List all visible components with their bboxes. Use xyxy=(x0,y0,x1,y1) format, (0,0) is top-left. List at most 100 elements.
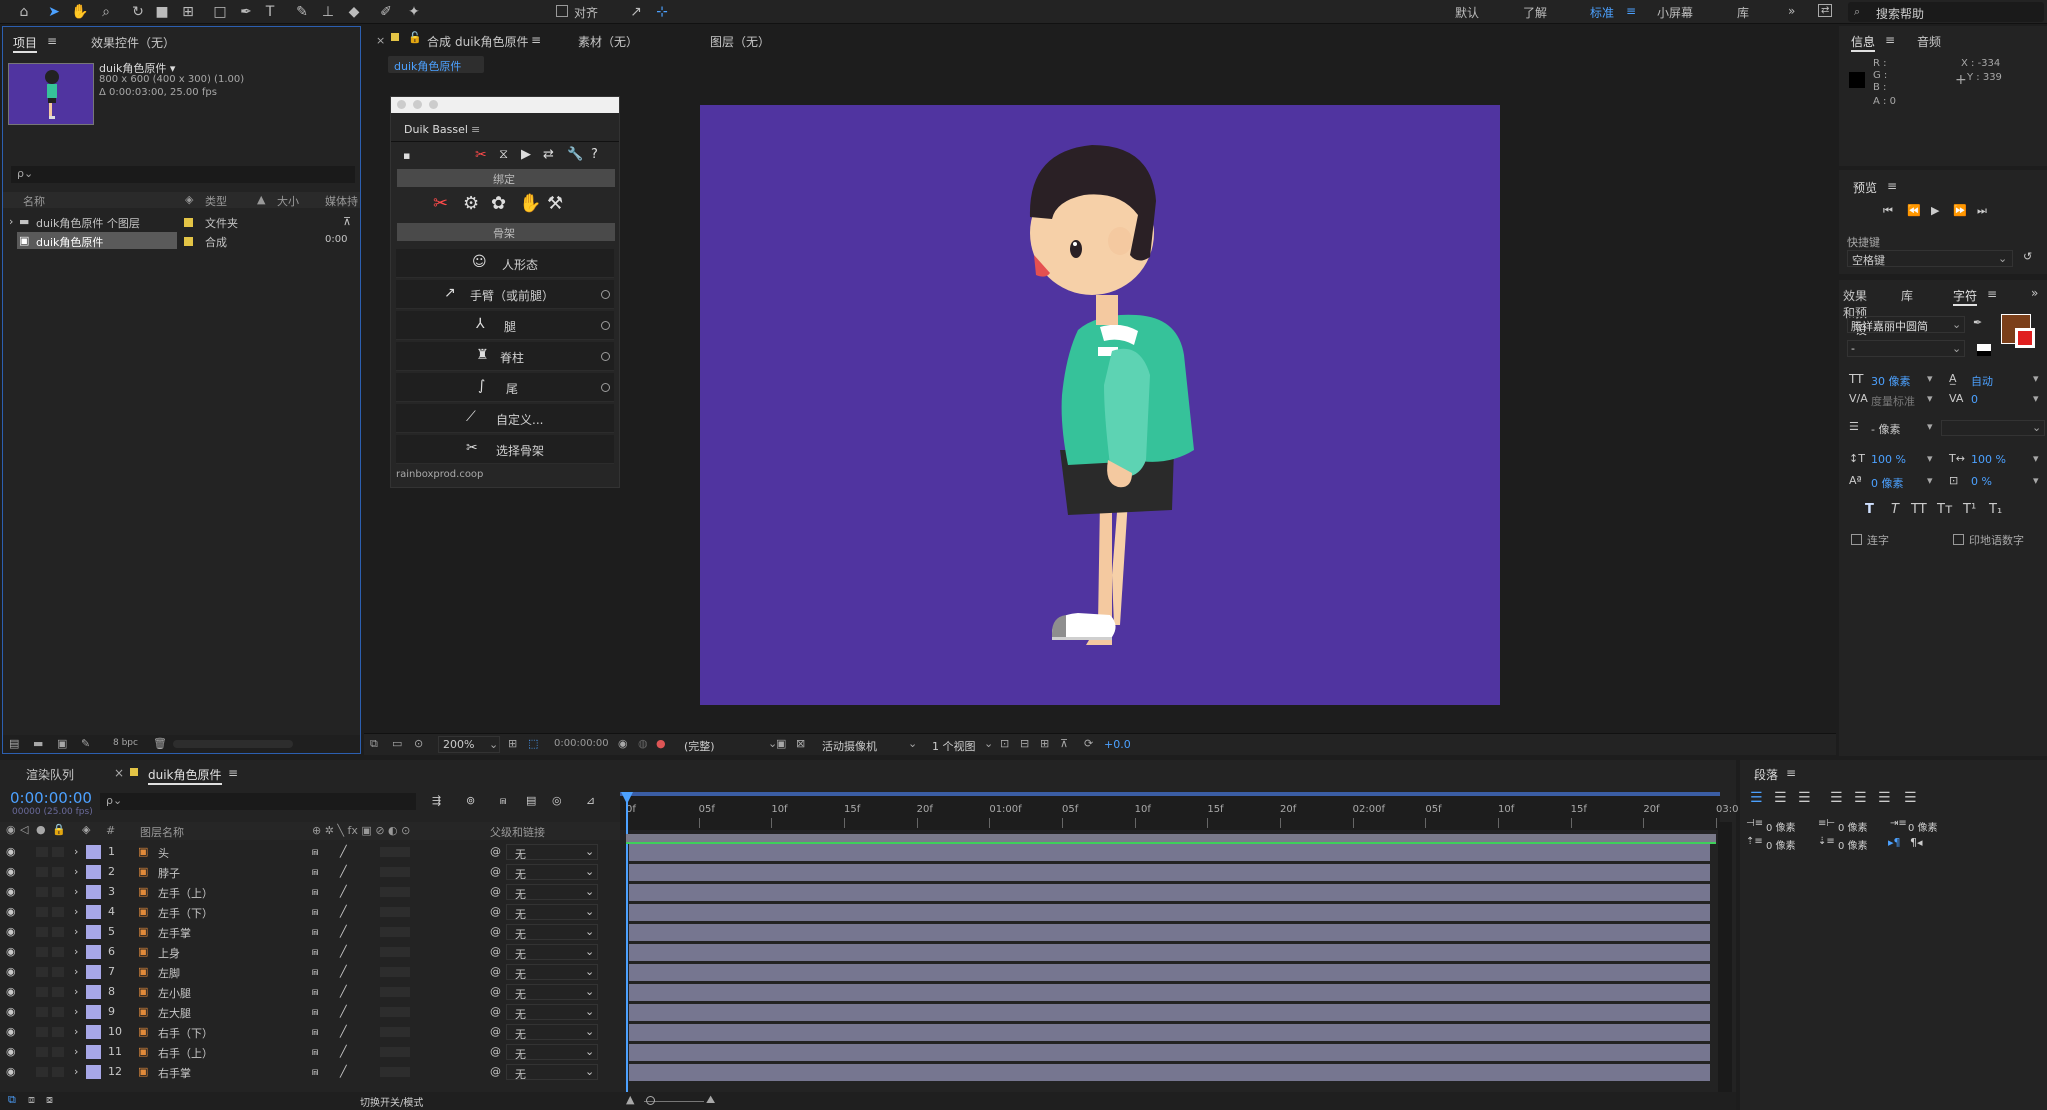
lock-toggle[interactable] xyxy=(52,1047,64,1057)
info-menu-icon[interactable]: ≡ xyxy=(1885,33,1895,47)
switch-boxes[interactable] xyxy=(380,967,410,977)
character-menu-icon[interactable]: ≡ xyxy=(1987,287,1997,301)
duik-home-icon[interactable]: ▪ xyxy=(403,149,410,162)
selection-tool-icon[interactable]: ➤ xyxy=(44,2,64,22)
timeline-scrollbar[interactable] xyxy=(1718,822,1732,1092)
expand-icon[interactable]: › xyxy=(74,1005,78,1018)
expand-icon[interactable]: › xyxy=(74,905,78,918)
eye-icon[interactable]: ◉ xyxy=(6,885,16,898)
tools-icon[interactable]: ⚒ xyxy=(547,193,563,214)
layer-row[interactable]: ◉ › 2 ▣ 脖子 ⩎ ╱ @ 无 ⌄ xyxy=(0,862,620,882)
ltr-direction-icon[interactable]: ▸¶ xyxy=(1888,836,1901,849)
shy-icon[interactable]: ⩎ xyxy=(312,885,318,899)
solo-toggle[interactable] xyxy=(36,987,48,997)
breadcrumb[interactable]: duik角色原件 xyxy=(388,56,484,73)
lock-toggle[interactable] xyxy=(52,907,64,917)
eye-icon[interactable]: ◉ xyxy=(6,965,16,978)
timeline-timecode[interactable]: 0:00:00:00 xyxy=(10,789,92,807)
pickwhip-icon[interactable]: @ xyxy=(490,965,501,978)
eye-icon[interactable]: ◉ xyxy=(6,905,16,918)
window-minimize-icon[interactable] xyxy=(413,100,422,109)
grid-icon[interactable]: ⊞ xyxy=(508,737,517,750)
quality-icon[interactable]: ╱ xyxy=(340,1065,347,1078)
duik-io-icon[interactable]: ⇄ xyxy=(543,147,554,162)
autorig-icon[interactable]: ⚙ xyxy=(463,193,479,214)
space-after-value[interactable]: 0 像素 xyxy=(1838,837,1868,852)
switch-boxes[interactable] xyxy=(380,847,410,857)
select-bones-button[interactable]: ✂ 选择骨架 xyxy=(396,435,614,464)
snap-checkbox[interactable] xyxy=(556,5,568,17)
workspace-libraries[interactable]: 库 xyxy=(1737,4,1749,21)
expand-icon[interactable]: › xyxy=(74,945,78,958)
comp-timecode[interactable]: 0:00:00:00 xyxy=(554,738,609,749)
parent-select[interactable]: 无 ⌄ xyxy=(506,1024,598,1041)
label-color[interactable] xyxy=(86,985,101,999)
label-color[interactable] xyxy=(86,885,101,899)
label-color[interactable] xyxy=(86,905,101,919)
col-media[interactable]: 媒体持 xyxy=(325,193,358,209)
col-type[interactable]: 类型 xyxy=(205,193,227,209)
eye-icon[interactable]: ◉ xyxy=(6,845,16,858)
expand-icon[interactable]: › xyxy=(74,1025,78,1038)
region-icon[interactable]: ▣ xyxy=(776,737,786,750)
sync-icon[interactable]: ⇄ xyxy=(1818,4,1833,17)
shy-icon[interactable]: ⩎ xyxy=(312,905,318,919)
quality-icon[interactable]: ╱ xyxy=(340,1005,347,1018)
layer-duration-bar[interactable] xyxy=(629,1064,1710,1081)
shy-icon[interactable]: ⩎ xyxy=(312,945,318,959)
toggle-transparency-icon[interactable]: ⊠ xyxy=(796,737,805,750)
flowchart-icon[interactable]: ⊼ xyxy=(1060,737,1068,750)
workspace-menu-icon[interactable]: ≡ xyxy=(1626,4,1636,18)
solo-toggle[interactable] xyxy=(36,1007,48,1017)
shy-icon[interactable]: ⩎ xyxy=(312,925,318,939)
pickwhip-icon[interactable]: @ xyxy=(490,985,501,998)
shy-icon[interactable]: ⩎ xyxy=(312,1045,318,1059)
expand-icon[interactable]: › xyxy=(74,845,78,858)
duik-menu-icon[interactable]: ≡ xyxy=(471,123,480,136)
tab-composition-name[interactable]: duik角色原件 xyxy=(455,33,529,50)
switch-boxes[interactable] xyxy=(380,907,410,917)
label-color[interactable] xyxy=(86,965,101,979)
duik-footer[interactable]: rainboxprod.coop xyxy=(396,469,483,480)
tab-timeline-comp[interactable]: duik角色原件 xyxy=(148,766,222,785)
pickwhip-icon[interactable]: @ xyxy=(490,925,501,938)
quality-icon[interactable]: ╱ xyxy=(340,905,347,918)
hindi-digits-checkbox[interactable] xyxy=(1953,534,1964,545)
timeline-link-icon[interactable]: ⊞ xyxy=(1040,737,1049,750)
horizontal-scale-value[interactable]: 100 % xyxy=(1971,453,2006,466)
bit-depth[interactable]: 8 bpc xyxy=(113,738,138,748)
last-frame-icon[interactable]: ⏭ xyxy=(1977,204,1987,218)
pan-behind-tool-icon[interactable]: ⊞ xyxy=(178,2,198,22)
solo-icon[interactable]: ● xyxy=(36,823,46,836)
space-before-value[interactable]: 0 像素 xyxy=(1766,837,1796,852)
switch-boxes[interactable] xyxy=(380,1067,410,1077)
faux-italic-icon[interactable]: T xyxy=(1891,502,1899,517)
project-item[interactable]: ▣ duik角色原件 合成 0:00 xyxy=(3,231,360,251)
layer-switches-icon[interactable]: ⧈ xyxy=(28,1093,35,1107)
quality-icon[interactable]: ╱ xyxy=(340,985,347,998)
lock-toggle[interactable] xyxy=(52,847,64,857)
tab-layer[interactable]: 图层（无） xyxy=(710,33,770,50)
zoom-tool-icon[interactable]: ⌕ xyxy=(96,2,116,22)
eye-icon[interactable]: ◉ xyxy=(6,925,16,938)
eye-icon[interactable]: ◉ xyxy=(6,1065,16,1078)
zoom-out-icon[interactable]: ▲ xyxy=(626,1093,634,1106)
col-name[interactable]: 名称 xyxy=(23,193,45,209)
tab-audio[interactable]: 音频 xyxy=(1917,33,1941,50)
tab-footage[interactable]: 素材（无） xyxy=(578,33,638,50)
resolution-select[interactable]: (完整) xyxy=(684,738,715,754)
shy-icon[interactable]: ⩎ xyxy=(312,1065,318,1079)
layer-duration-bar[interactable] xyxy=(629,884,1710,901)
solo-toggle[interactable] xyxy=(36,1067,48,1077)
quality-icon[interactable]: ╱ xyxy=(340,865,347,878)
comp-mini-flowchart-icon[interactable]: ⇶ xyxy=(432,794,441,807)
shy-icon[interactable]: ⩎ xyxy=(312,965,318,979)
justify-center-icon[interactable]: ☰ xyxy=(1854,790,1867,806)
eye-icon[interactable]: ◉ xyxy=(6,1005,16,1018)
new-comp-icon[interactable]: ▣ xyxy=(57,737,67,750)
brush-tool-icon[interactable]: ✎ xyxy=(292,2,312,22)
shy-icon[interactable]: ⩎ xyxy=(500,794,506,808)
justify-all-icon[interactable]: ☰ xyxy=(1904,790,1917,806)
shy-icon[interactable]: ⩎ xyxy=(312,1025,318,1039)
expand-icon[interactable]: › xyxy=(9,215,13,228)
